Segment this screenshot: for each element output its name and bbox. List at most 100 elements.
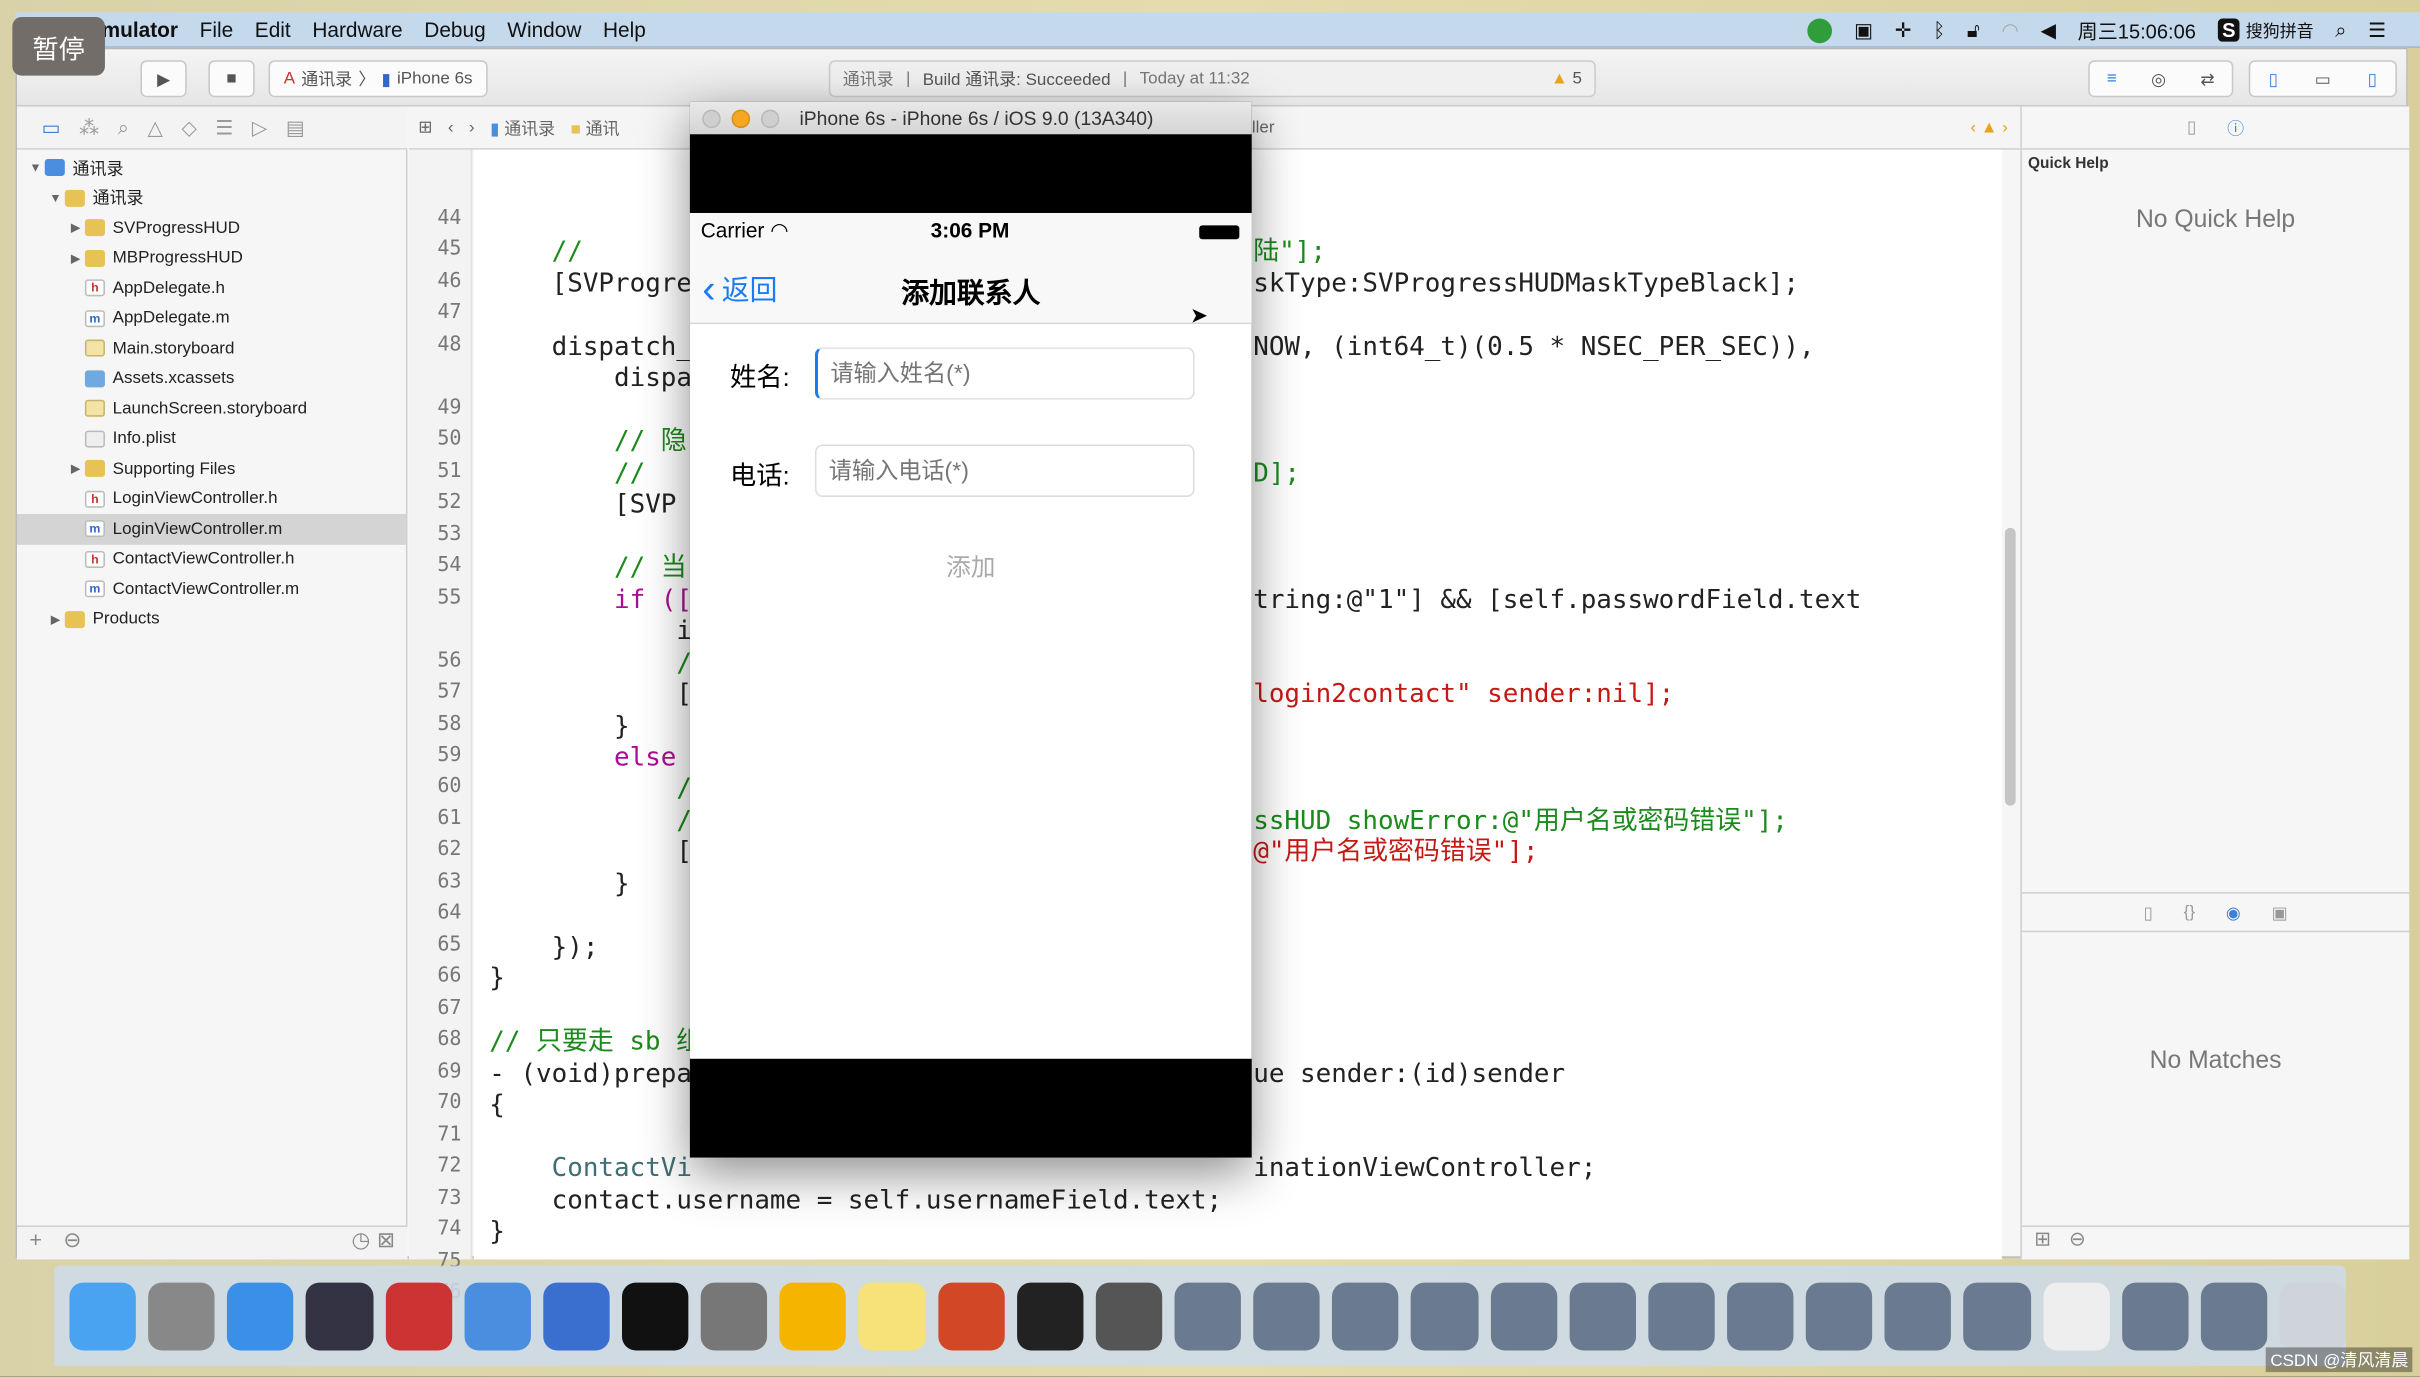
breadcrumb-project[interactable]: ▮ 通讯录 (490, 115, 555, 140)
dock-window-icon[interactable] (1648, 1281, 1715, 1350)
navigator-item[interactable]: m LoginViewController.m (16, 513, 406, 545)
menu-edit[interactable]: Edit (255, 18, 291, 41)
library-filter-icon[interactable]: ⊖ (2069, 1227, 2086, 1250)
navigator-item[interactable]: ▼ 通讯录 (17, 153, 406, 183)
menu-hardware[interactable]: Hardware (312, 18, 402, 41)
dock-console-icon[interactable] (1016, 1281, 1084, 1350)
dock-window-icon[interactable] (2200, 1281, 2268, 1350)
object-library-icon[interactable]: ◉ (2226, 902, 2241, 923)
close-button[interactable] (702, 108, 721, 128)
recorder-icon[interactable] (1807, 17, 1833, 43)
back-icon[interactable]: ‹ (448, 118, 454, 137)
file-template-icon[interactable]: ▯ (2143, 902, 2152, 923)
dock-window-icon[interactable] (2121, 1281, 2189, 1350)
debug-area-toggle-icon[interactable]: ▭ (2315, 69, 2331, 89)
dock-powerpoint-icon[interactable] (937, 1281, 1005, 1350)
standard-editor-icon[interactable]: ≡ (2107, 69, 2117, 88)
run-button[interactable]: ▶ (140, 60, 187, 98)
navigator-item[interactable]: Info.plist (17, 424, 406, 454)
dock-terminal-icon[interactable] (621, 1281, 689, 1350)
menu-debug[interactable]: Debug (424, 18, 485, 41)
disclosure-triangle-icon[interactable]: ▶ (66, 251, 85, 265)
dock-window-icon[interactable] (1726, 1281, 1794, 1350)
editor-scrollbar[interactable] (2004, 527, 2016, 806)
dock-document-icon[interactable] (2042, 1281, 2110, 1350)
spotlight-icon[interactable]: ⌕ (2335, 18, 2346, 43)
grid-view-icon[interactable]: ⊞ (2034, 1227, 2051, 1250)
issue-nav[interactable]: ‹ ▲ › (1970, 118, 2008, 137)
assistant-editor-icon[interactable]: ◎ (2151, 69, 2166, 89)
dock-quicktime-icon[interactable] (1095, 1281, 1163, 1350)
lock-icon[interactable]: 🔓︎ (1967, 18, 1980, 43)
dock-instruments-icon[interactable] (543, 1281, 610, 1350)
navigator-item[interactable]: m ContactViewController.m (17, 574, 406, 604)
dock-photo-booth-icon[interactable] (385, 1281, 452, 1350)
quick-help-icon[interactable]: ⓘ (2227, 115, 2244, 140)
dock-window-icon[interactable] (1963, 1281, 2031, 1350)
file-inspector-icon[interactable]: ▯ (2187, 117, 2196, 138)
phone-input[interactable] (814, 444, 1195, 497)
stop-button[interactable]: ■ (208, 60, 255, 98)
find-navigator-icon[interactable]: ⌕ (118, 115, 129, 140)
navigator-item[interactable]: LaunchScreen.storyboard (17, 394, 406, 424)
clock[interactable]: 周三15:06:06 (2078, 15, 2196, 44)
test-navigator-icon[interactable]: ◇ (181, 115, 196, 140)
warning-badge[interactable]: ▲ 5 (1551, 69, 1582, 88)
dock-sketch-icon[interactable] (779, 1281, 847, 1350)
zoom-button[interactable] (760, 108, 780, 128)
related-items-icon[interactable]: ⊞ (418, 117, 432, 138)
navigator-item[interactable]: h ContactViewController.h (17, 544, 406, 574)
disclosure-triangle-icon[interactable]: ▼ (46, 191, 65, 205)
dock-safari-icon[interactable] (227, 1281, 294, 1350)
add-icon[interactable]: + (29, 1227, 42, 1252)
menu-file[interactable]: File (200, 18, 234, 41)
navigator-item[interactable]: h AppDelegate.h (17, 273, 406, 303)
name-input[interactable] (814, 347, 1195, 400)
dock-window-icon[interactable] (1569, 1281, 1636, 1350)
dock-trash-icon[interactable] (2279, 1281, 2347, 1350)
navigator-item[interactable]: h LoginViewController.h (17, 484, 406, 514)
minimize-button[interactable] (731, 108, 751, 128)
disclosure-triangle-icon[interactable]: ▶ (66, 221, 85, 235)
navigator-toggle-icon[interactable]: ▯ (2269, 69, 2278, 89)
debug-navigator-icon[interactable]: ☰ (215, 115, 233, 140)
filter-icon[interactable]: ⊖ (63, 1227, 81, 1252)
symbol-navigator-icon[interactable]: ⁂ (79, 115, 99, 140)
disclosure-triangle-icon[interactable]: ▶ (66, 462, 85, 476)
breakpoint-navigator-icon[interactable]: ▷ (252, 115, 267, 140)
camera-icon[interactable]: ▣ (1854, 18, 1873, 43)
disclosure-triangle-icon[interactable]: ▶ (46, 612, 65, 626)
navigator-item[interactable]: Main.storyboard (17, 333, 406, 363)
dock-window-icon[interactable] (1174, 1281, 1242, 1350)
volume-icon[interactable]: ◀ (2041, 18, 2056, 43)
navigator-item[interactable]: ▼ 通讯录 (17, 183, 406, 213)
dock-window-icon[interactable] (1332, 1281, 1399, 1350)
code-snippet-icon[interactable]: {} (2184, 903, 2195, 922)
menu-window[interactable]: Window (507, 18, 581, 41)
navigator-item[interactable]: ▶ MBProgressHUD (17, 243, 406, 273)
dock-xcode-icon[interactable] (464, 1281, 531, 1350)
dock-launchpad-icon[interactable] (148, 1281, 215, 1350)
dock-window-icon[interactable] (1253, 1281, 1320, 1350)
dock-system-preferences-icon[interactable] (700, 1281, 768, 1350)
menu-help[interactable]: Help (603, 18, 646, 41)
navigator-item[interactable]: ▶ Products (17, 604, 406, 634)
bluetooth-icon[interactable]: ᛒ (1933, 19, 1945, 42)
forward-icon[interactable]: › (469, 118, 475, 137)
dock-window-icon[interactable] (1490, 1281, 1557, 1350)
ime-indicator[interactable]: S 搜狗拼音 (2217, 17, 2314, 43)
navigator-item[interactable]: Assets.xcassets (17, 363, 406, 393)
dock-window-icon[interactable] (1805, 1281, 1873, 1350)
notification-center-icon[interactable]: ☰ (2368, 18, 2386, 43)
dock-finder-icon[interactable] (69, 1281, 137, 1350)
recent-files-icon[interactable]: ◷ (352, 1227, 371, 1253)
add-button[interactable]: 添加 (690, 546, 1252, 583)
version-editor-icon[interactable]: ⇄ (2200, 69, 2214, 89)
navigator-item[interactable]: m AppDelegate.m (17, 303, 406, 333)
dock-mouse-icon[interactable] (306, 1281, 373, 1350)
navigator-item[interactable]: ▶ SVProgressHUD (17, 213, 406, 243)
navigator-item[interactable]: ▶ Supporting Files (17, 454, 406, 484)
scm-filter-icon[interactable]: ⊠ (377, 1227, 395, 1253)
scheme-selector[interactable]: A 通讯录〉 ▮ iPhone 6s (268, 60, 488, 98)
pause-badge[interactable]: 暂停 (12, 16, 105, 76)
